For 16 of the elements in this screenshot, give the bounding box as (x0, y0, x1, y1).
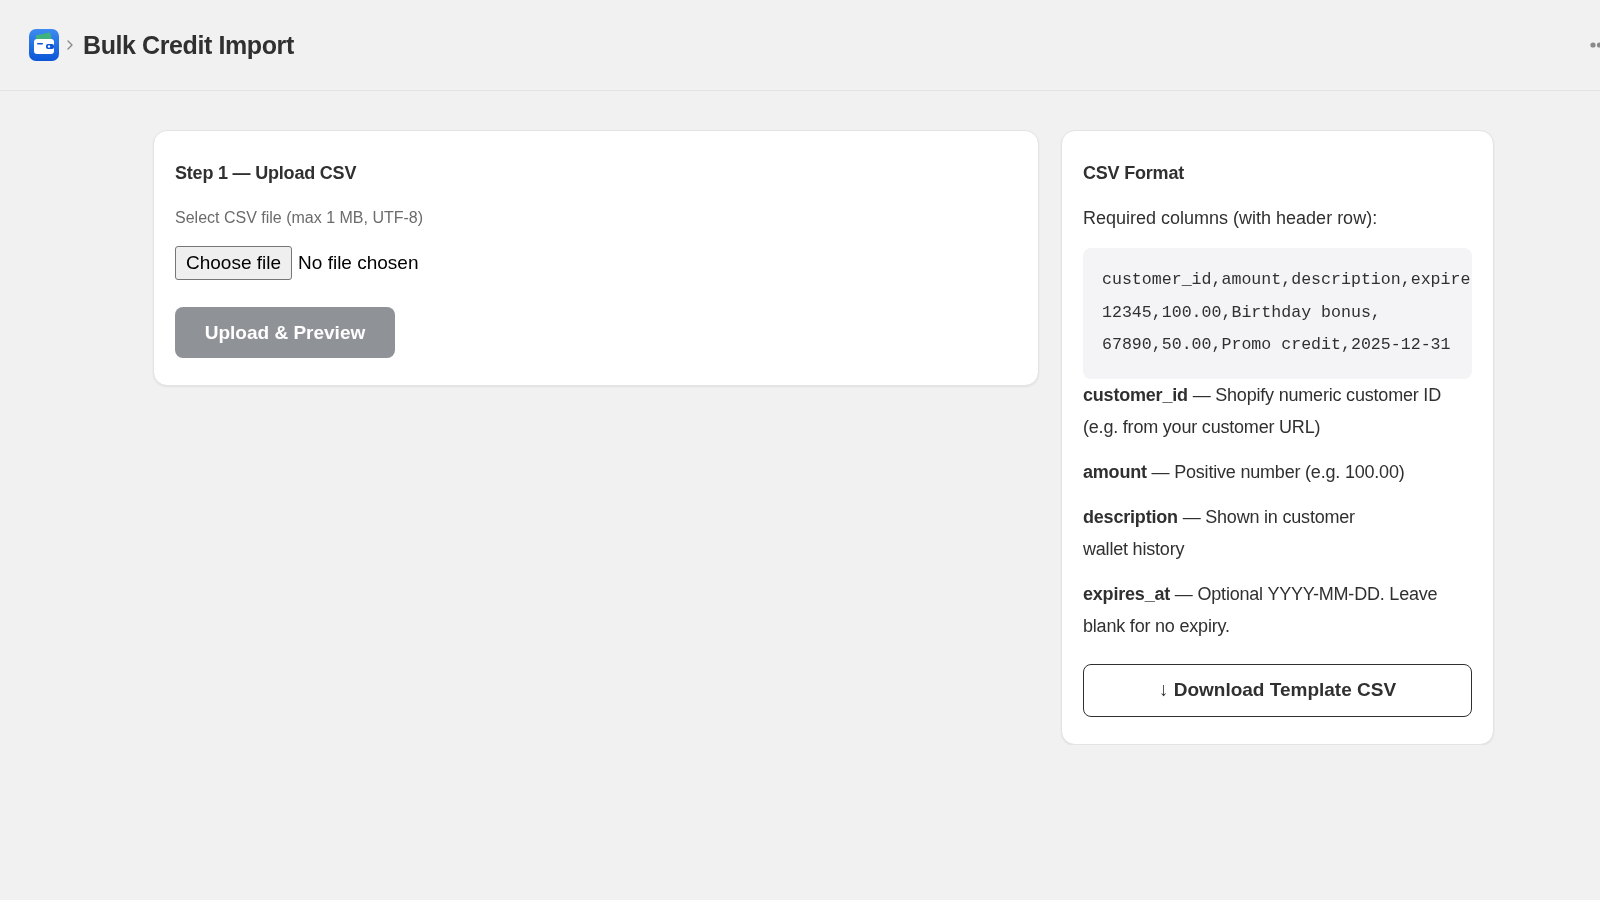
file-status-text: No file chosen (298, 251, 419, 275)
card-title: CSV Format (1083, 162, 1186, 185)
card-title: Step 1 — Upload CSV (175, 162, 358, 185)
choose-file-button[interactable]: Choose file (175, 246, 293, 280)
page-title: Bulk Credit Import (83, 30, 294, 61)
field-label: Select CSV file (max 1 MB, UTF-8) (175, 208, 424, 228)
csv-sample-code: customer_id,amount,description,expire 12345,100.00,Birthday bonus, 67890,50.00,Promo credit,2025-12-31 (1083, 248, 1472, 379)
column-description: description — Shown in customer wallet history (1083, 505, 1356, 562)
column-description: customer_id — Shopify numeric customer ID (e.g. from your customer URL) (1083, 383, 1442, 440)
column-description: expires_at — Optional YYYY-MM-DD. Leave blank for no expiry. (1083, 582, 1439, 639)
more-icon[interactable] (1590, 42, 1600, 48)
intro-text: Required columns (with header row): (1083, 207, 1379, 230)
chevron-icon (67, 40, 73, 50)
column-description: amount — Positive number (e.g. 100.00) (1083, 460, 1406, 484)
download-template-button[interactable]: ↓ Download Template CSV (1083, 663, 1472, 717)
wallet-logo-icon (29, 29, 59, 61)
